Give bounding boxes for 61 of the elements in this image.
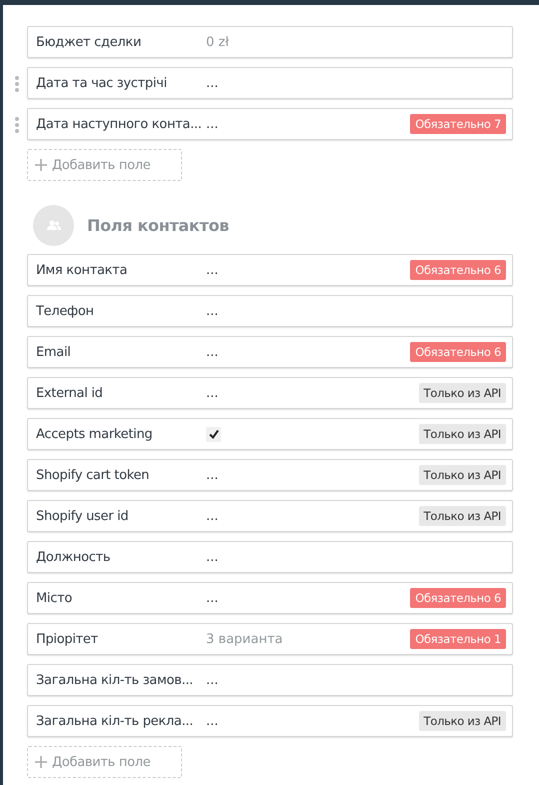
field-label: Email — [36, 344, 72, 360]
field-row[interactable]: Имя контакта ... Обязательно 6 — [27, 254, 513, 286]
field-value: ... — [206, 116, 218, 132]
api-only-badge: Только из API — [418, 383, 506, 403]
field-label: Загальна кіл-ть рекла... — [36, 714, 194, 728]
field-row[interactable]: Email ... Обязательно 6 — [27, 336, 513, 368]
drag-handle-icon[interactable] — [15, 117, 19, 133]
field-value: ... — [206, 76, 218, 90]
field-value: ... — [206, 386, 218, 400]
field-row[interactable]: Телефон ... — [27, 295, 513, 327]
api-only-badge: Только из API — [418, 506, 506, 526]
api-only-badge: Только из API — [418, 465, 506, 485]
drag-handle-icon[interactable] — [15, 76, 19, 92]
required-badge: Обязательно 6 — [410, 260, 506, 280]
field-row[interactable]: Shopify cart token ... Только из API — [27, 459, 513, 491]
field-value: ... — [206, 344, 218, 360]
field-value: ... — [206, 672, 218, 688]
field-row[interactable]: Пріорітет 3 варианта Обязательно 1 — [27, 623, 513, 655]
required-badge: Обязательно 7 — [410, 114, 506, 134]
field-label: Бюджет сделки — [36, 34, 142, 50]
field-label: Accepts marketing — [36, 426, 154, 442]
contacts-icon — [33, 205, 74, 246]
field-label: Shopify cart token — [36, 468, 150, 482]
field-row[interactable]: External id ... Только из API — [27, 377, 513, 409]
field-placeholder: 3 варианта — [206, 632, 283, 646]
field-value: ... — [206, 262, 218, 278]
plus-icon — [35, 159, 47, 171]
field-label: Дата наступного конта... — [36, 116, 203, 132]
field-label: Должность — [36, 550, 112, 564]
field-value: ... — [206, 550, 218, 564]
field-placeholder: 0 zł — [206, 34, 229, 50]
field-row[interactable]: Shopify user id ... Только из API — [27, 500, 513, 532]
field-row[interactable]: Бюджет сделки 0 zł — [27, 26, 513, 58]
field-value: ... — [206, 468, 218, 482]
field-row[interactable]: Accepts marketing Только из API — [27, 418, 513, 450]
section-title: Поля контактов — [87, 216, 229, 235]
field-label: Дата та час зустрічі — [36, 76, 168, 90]
plus-icon — [35, 756, 47, 768]
field-row[interactable]: Місто ... Обязательно 6 — [27, 582, 513, 614]
field-row[interactable]: Дата наступного конта... ... Обязательно 7 — [27, 108, 513, 140]
field-label: Shopify user id — [36, 508, 130, 524]
field-value: ... — [206, 508, 218, 524]
field-value: ... — [206, 590, 218, 606]
field-row[interactable]: Загальна кіл-ть рекла... ... Только из API — [27, 705, 513, 737]
required-badge: Обязательно 6 — [410, 588, 506, 608]
field-label: Пріорітет — [36, 632, 99, 646]
field-row[interactable]: Загальна кіл-ть замов... ... — [27, 664, 513, 696]
field-label: Телефон — [36, 304, 95, 318]
field-value: ... — [206, 304, 218, 318]
field-label: Місто — [36, 590, 74, 606]
required-badge: Обязательно 1 — [410, 629, 506, 649]
api-only-badge: Только из API — [418, 424, 506, 444]
field-label: Имя контакта — [36, 262, 128, 278]
field-value: ... — [206, 714, 218, 728]
field-row[interactable]: Дата та час зустрічі ... — [27, 67, 513, 99]
required-badge: Обязательно 6 — [410, 342, 506, 362]
field-label: Загальна кіл-ть замов... — [36, 672, 194, 688]
api-only-badge: Только из API — [418, 711, 506, 731]
field-row[interactable]: Должность ... — [27, 541, 513, 573]
field-label: External id — [36, 386, 104, 400]
checkbox[interactable] — [206, 426, 221, 442]
